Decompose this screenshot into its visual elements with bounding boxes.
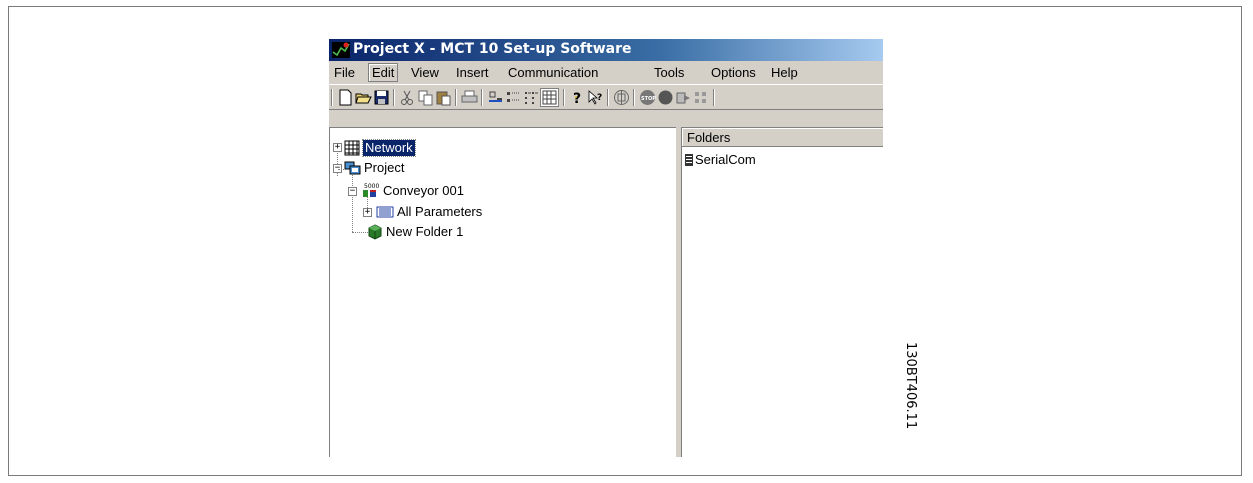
save-icon[interactable] bbox=[373, 89, 390, 106]
toolbar-separator bbox=[607, 89, 609, 106]
record-icon[interactable] bbox=[657, 89, 674, 106]
context-help-icon[interactable]: ? bbox=[587, 89, 604, 106]
parameters-list-icon bbox=[376, 206, 394, 218]
expand-network-button[interactable]: + bbox=[333, 143, 342, 152]
tree-line bbox=[352, 172, 353, 232]
toolbar-separator bbox=[455, 89, 457, 106]
toolbar: ? ? STOP bbox=[329, 84, 883, 110]
new-icon[interactable] bbox=[337, 89, 354, 106]
toolbar-separator bbox=[633, 89, 635, 106]
print-icon[interactable] bbox=[461, 89, 478, 106]
menu-help[interactable]: Help bbox=[768, 64, 801, 81]
toolbar-separator bbox=[393, 89, 395, 106]
svg-text:5000: 5000 bbox=[364, 183, 379, 190]
paste-icon[interactable] bbox=[435, 89, 452, 106]
list-item-serialcom[interactable]: SerialCom bbox=[695, 152, 756, 168]
window-title: Project X - MCT 10 Set-up Software bbox=[353, 41, 632, 57]
collapse-conveyor-button[interactable]: − bbox=[348, 187, 357, 196]
project-icon bbox=[344, 161, 361, 175]
toolbar-separator bbox=[713, 89, 715, 106]
small-icons-icon[interactable] bbox=[505, 89, 522, 106]
toolbar-grip bbox=[331, 89, 333, 106]
title-bar[interactable]: Project X - MCT 10 Set-up Software bbox=[329, 39, 883, 61]
column-header-folders[interactable]: Folders bbox=[682, 128, 883, 147]
menu-bar: File Edit View Insert Communication Tool… bbox=[329, 62, 883, 83]
tree-item-all-parameters[interactable]: All Parameters bbox=[397, 204, 482, 220]
expand-all-parameters-button[interactable]: + bbox=[363, 208, 372, 217]
menu-options[interactable]: Options bbox=[708, 64, 759, 81]
tree-line bbox=[338, 169, 344, 170]
drive-icon: 5000 bbox=[363, 183, 379, 197]
svg-text:?: ? bbox=[573, 91, 581, 106]
svg-text:?: ? bbox=[597, 93, 602, 103]
app-logo-icon bbox=[332, 42, 350, 58]
toolbar-separator bbox=[563, 89, 565, 106]
tree-item-conveyor[interactable]: Conveyor 001 bbox=[383, 183, 464, 199]
cut-icon[interactable] bbox=[399, 89, 416, 106]
tree-item-new-folder[interactable]: New Folder 1 bbox=[386, 224, 463, 240]
read-from-drive-icon[interactable] bbox=[675, 89, 692, 106]
network-scan-icon[interactable] bbox=[613, 89, 630, 106]
open-icon[interactable] bbox=[355, 89, 372, 106]
menu-communication[interactable]: Communication bbox=[505, 64, 601, 81]
menu-insert[interactable]: Insert bbox=[453, 64, 492, 81]
menu-tools[interactable]: Tools bbox=[651, 64, 687, 81]
write-to-drive-icon[interactable] bbox=[693, 89, 710, 106]
tree-line bbox=[352, 232, 368, 233]
tree-item-network[interactable]: Network bbox=[362, 139, 416, 157]
list-view-icon[interactable] bbox=[523, 89, 540, 106]
menu-view[interactable]: View bbox=[408, 64, 442, 81]
folder-icon bbox=[368, 224, 382, 240]
copy-icon[interactable] bbox=[417, 89, 434, 106]
document-code: 130BT406.11 bbox=[903, 342, 918, 430]
menu-file[interactable]: File bbox=[331, 64, 358, 81]
svg-text:STOP: STOP bbox=[641, 96, 656, 102]
help-icon[interactable]: ? bbox=[569, 89, 586, 106]
details-view-icon[interactable] bbox=[540, 88, 559, 107]
tree-item-project[interactable]: Project bbox=[364, 160, 404, 176]
large-icons-icon[interactable] bbox=[487, 89, 504, 106]
app-window: Project X - MCT 10 Set-up Software File … bbox=[329, 39, 883, 457]
project-tree[interactable]: + Network − Project − 5000 Conveyor 001 … bbox=[329, 127, 676, 457]
folders-list[interactable]: Folders SerialCom bbox=[681, 127, 883, 457]
menu-edit[interactable]: Edit bbox=[368, 63, 399, 82]
toolbar-separator bbox=[481, 89, 483, 106]
stop-icon[interactable]: STOP bbox=[639, 89, 656, 106]
serial-port-icon bbox=[685, 154, 693, 166]
network-icon bbox=[344, 140, 360, 156]
